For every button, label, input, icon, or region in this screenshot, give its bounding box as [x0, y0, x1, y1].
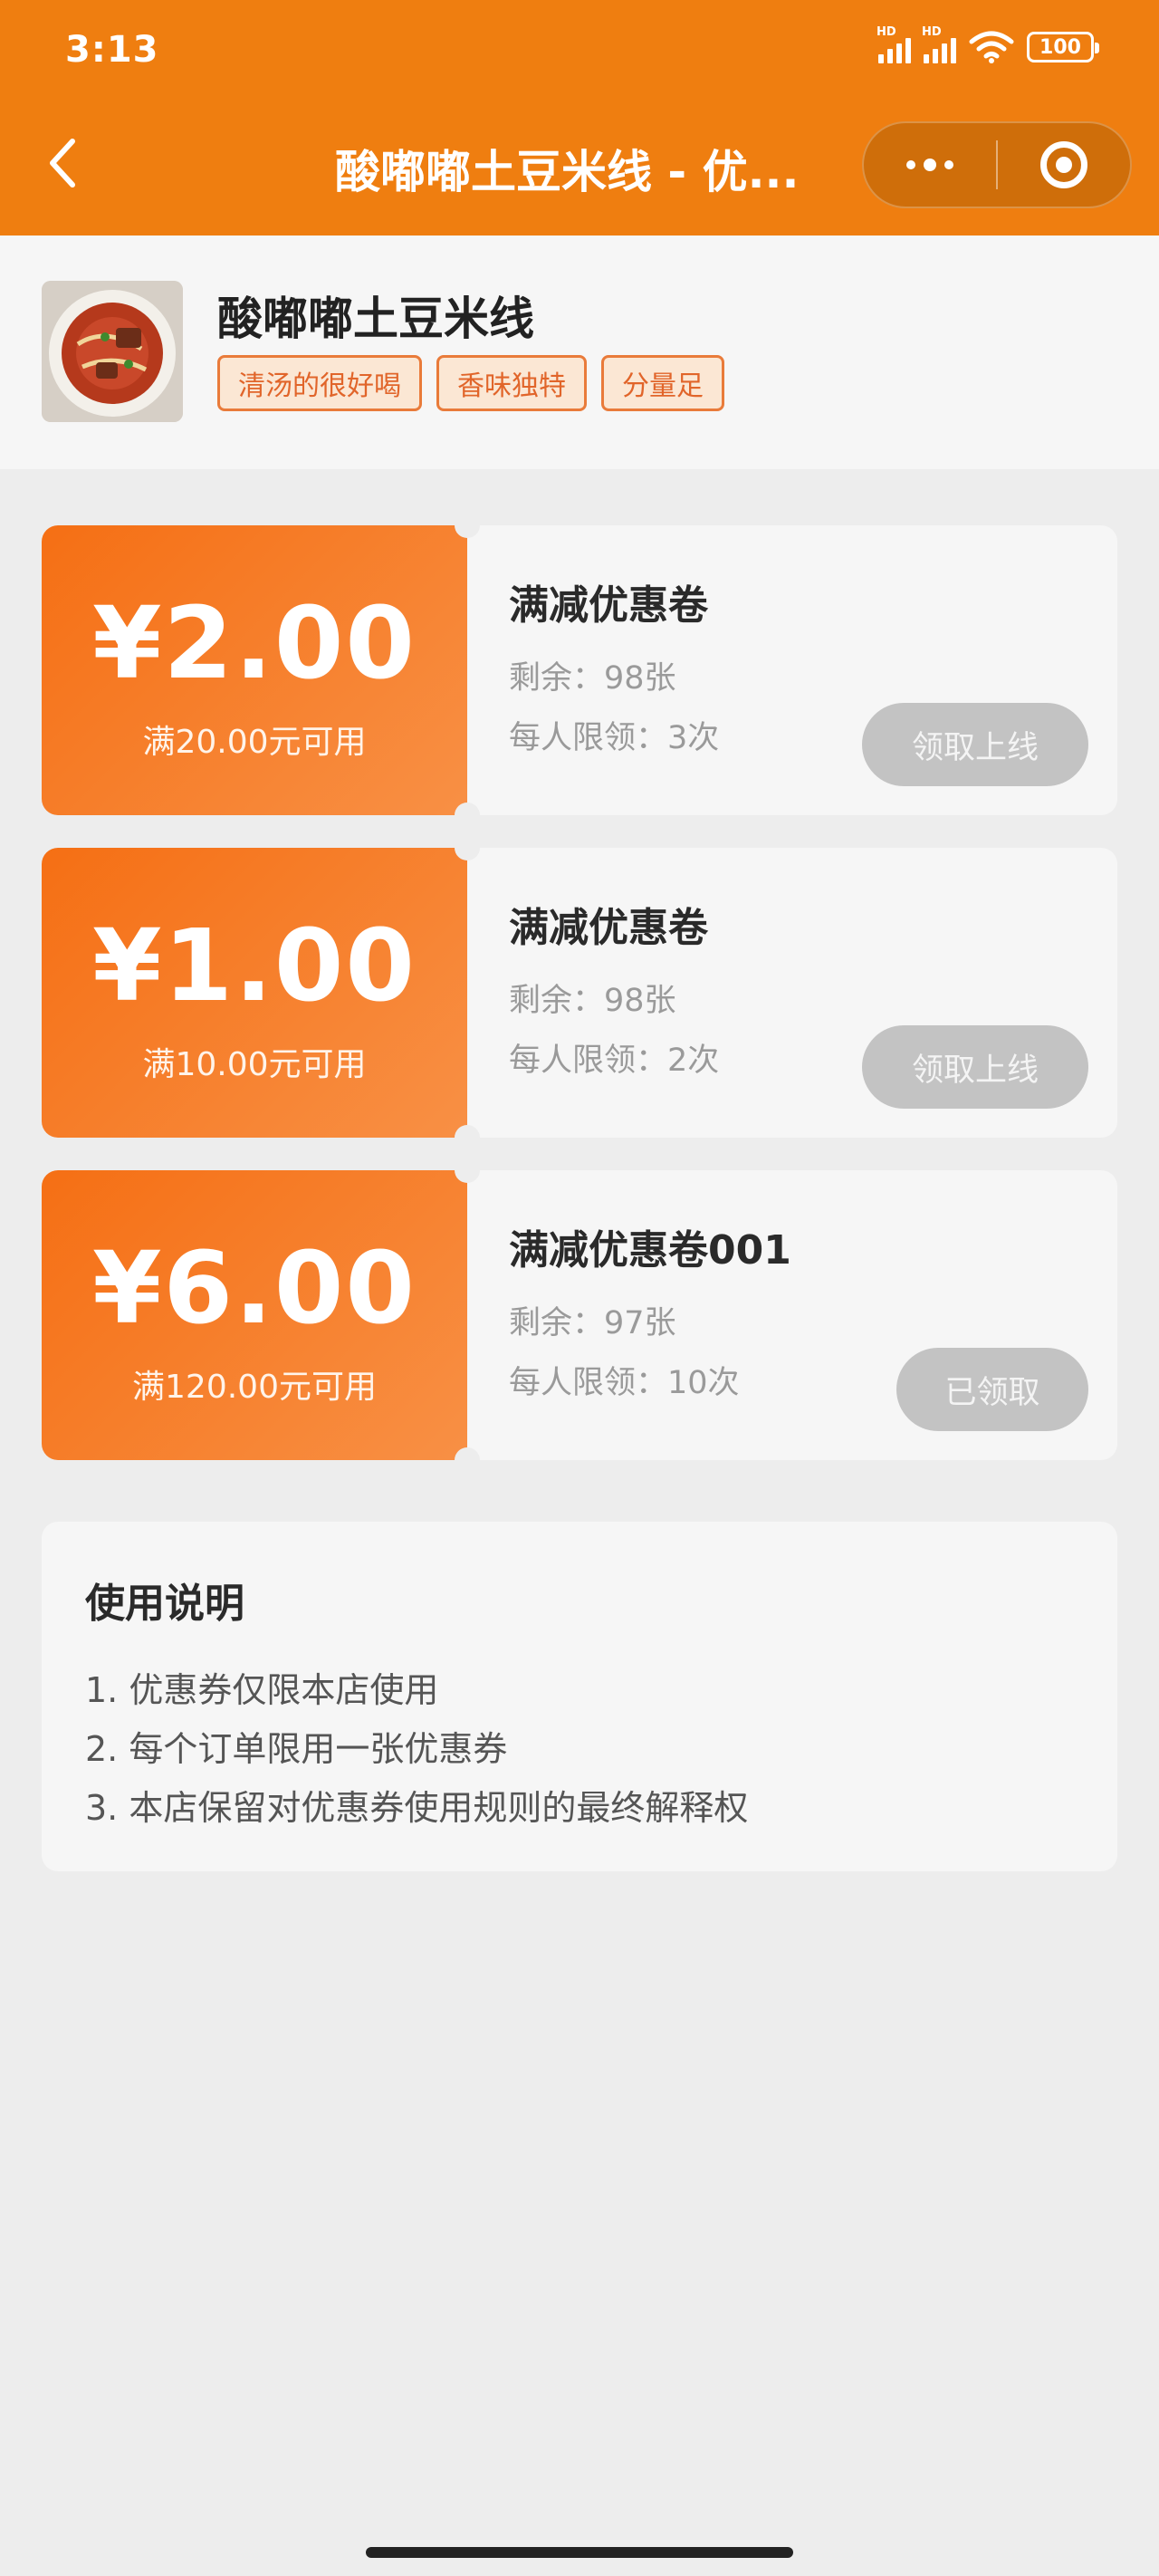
coupon-notch: [455, 803, 480, 828]
signal-icon: HD: [876, 25, 911, 63]
coupon-title: 满减优惠卷001: [509, 1227, 791, 1274]
coupon-limit: 每人限领：2次: [509, 1043, 720, 1079]
coupon-notch: [455, 1158, 480, 1183]
shop-info: 酸嘟嘟土豆米线 清汤的很好喝 香味独特 分量足: [0, 235, 1159, 469]
coupon-amount: ¥1.00: [92, 908, 417, 1024]
target-icon: [1040, 141, 1087, 188]
shop-name: 酸嘟嘟土豆米线: [217, 293, 534, 345]
coupon-condition: 满120.00元可用: [132, 1369, 377, 1406]
shop-tag: 清汤的很好喝: [217, 355, 422, 411]
status-time: 3:13: [65, 29, 159, 71]
app-header: 3:13 HD HD 100 酸嘟嘟土豆米线 - 优...: [0, 0, 1159, 235]
coupon-amount: ¥6.00: [92, 1230, 417, 1346]
hd-label: HD: [876, 25, 896, 39]
coupon-value-panel: ¥1.00 满10.00元可用: [42, 848, 467, 1138]
shop-tag: 分量足: [601, 355, 724, 411]
claimed-button[interactable]: 已领取: [896, 1348, 1088, 1431]
signal-icon-2: HD: [922, 25, 956, 63]
coupon-card: ¥1.00 满10.00元可用 满减优惠卷 剩余：98张 每人限领：2次 领取上…: [42, 835, 1117, 1150]
usage-title: 使用说明: [85, 1581, 244, 1627]
coupon-value-panel: ¥6.00 满120.00元可用: [42, 1170, 467, 1460]
shop-thumbnail: [42, 281, 183, 422]
coupon-notch: [455, 835, 480, 860]
coupon-remaining: 剩余：98张: [509, 660, 676, 697]
coupon-value-panel: ¥2.00 满20.00元可用: [42, 525, 467, 815]
coupon-notch: [455, 513, 480, 538]
status-icons: HD HD 100: [876, 25, 1099, 63]
back-arrow-icon[interactable]: [42, 136, 87, 190]
home-indicator[interactable]: [366, 2547, 793, 2558]
battery-icon: 100: [1027, 32, 1099, 62]
coupon-remaining: 剩余：97张: [509, 1305, 676, 1341]
more-button[interactable]: [864, 123, 996, 207]
shop-tags: 清汤的很好喝 香味独特 分量足: [217, 355, 724, 411]
claim-button[interactable]: 领取上线: [862, 1025, 1088, 1109]
usage-item: 1. 优惠券仅限本店使用: [85, 1670, 439, 1710]
coupon-limit: 每人限领：10次: [509, 1365, 740, 1401]
close-miniapp-button[interactable]: [998, 123, 1130, 207]
coupon-amount: ¥2.00: [92, 585, 417, 701]
coupon-card: ¥6.00 满120.00元可用 满减优惠卷001 剩余：97张 每人限领：10…: [42, 1158, 1117, 1473]
coupon-notch: [455, 1125, 480, 1150]
hd-label-2: HD: [922, 25, 942, 39]
usage-instructions: 使用说明 1. 优惠券仅限本店使用 2. 每个订单限用一张优惠券 3. 本店保留…: [42, 1522, 1117, 1871]
coupon-detail-panel: 满减优惠卷001 剩余：97张 每人限领：10次 已领取: [467, 1170, 1117, 1460]
usage-list: 1. 优惠券仅限本店使用 2. 每个订单限用一张优惠券 3. 本店保留对优惠券使…: [85, 1661, 748, 1838]
coupon-detail-panel: 满减优惠卷 剩余：98张 每人限领：2次 领取上线: [467, 848, 1117, 1138]
coupon-condition: 满20.00元可用: [142, 724, 367, 761]
miniapp-capsule: [862, 121, 1132, 208]
coupon-remaining: 剩余：98张: [509, 983, 676, 1019]
usage-item: 3. 本店保留对优惠券使用规则的最终解释权: [85, 1788, 749, 1828]
coupon-title: 满减优惠卷: [509, 905, 708, 951]
coupon-condition: 满10.00元可用: [142, 1046, 367, 1083]
coupon-card: ¥2.00 满20.00元可用 满减优惠卷 剩余：98张 每人限领：3次 领取上…: [42, 513, 1117, 828]
coupon-limit: 每人限领：3次: [509, 720, 720, 756]
claim-button[interactable]: 领取上线: [862, 703, 1088, 786]
page-title: 酸嘟嘟土豆米线 - 优...: [335, 146, 800, 198]
coupon-detail-panel: 满减优惠卷 剩余：98张 每人限领：3次 领取上线: [467, 525, 1117, 815]
shop-tag: 香味独特: [436, 355, 587, 411]
wifi-icon: [969, 31, 1014, 63]
more-dots-icon: [906, 159, 953, 171]
coupon-title: 满减优惠卷: [509, 582, 708, 629]
coupon-notch: [455, 1447, 480, 1473]
usage-item: 2. 每个订单限用一张优惠券: [85, 1729, 508, 1769]
